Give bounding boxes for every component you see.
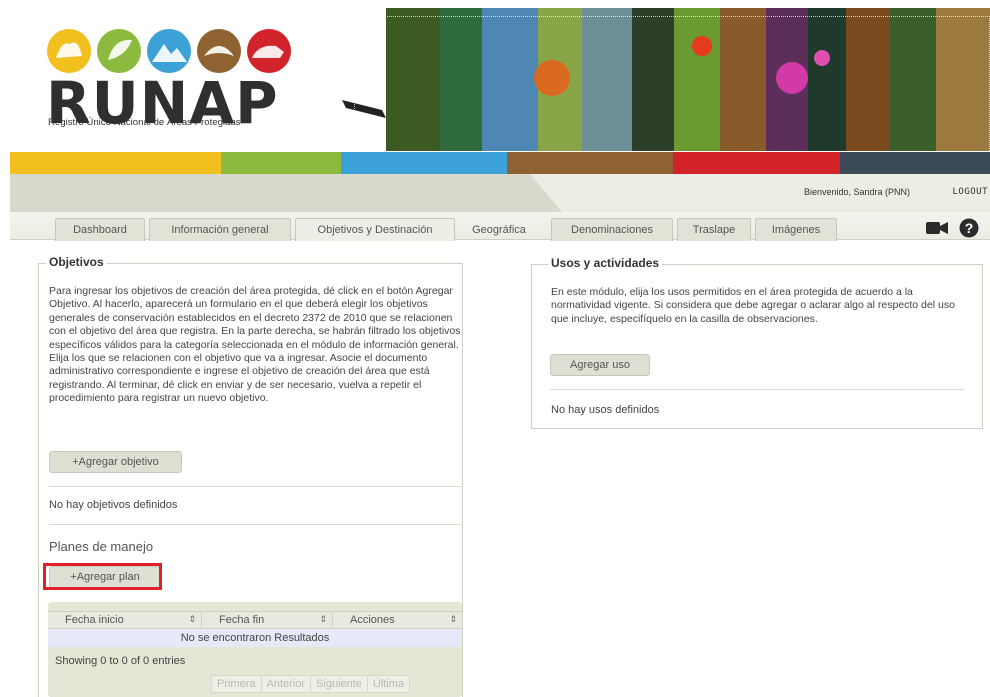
color-strip-dark [840, 152, 990, 174]
usos-title: Usos y actividades [548, 256, 663, 270]
column-label: Acciones [350, 614, 395, 626]
tab-geografica[interactable]: Geográfica [459, 218, 539, 241]
objetivos-empty-text: No hay objetivos definidos [49, 499, 178, 511]
table-empty-row: No se encontraron Resultados [48, 629, 462, 647]
column-acciones[interactable]: Acciones ⇕ [333, 612, 462, 628]
objetivos-title: Objetivos [46, 255, 107, 269]
pager-last-button[interactable]: Última [366, 675, 411, 693]
logout-link[interactable]: LOGOUT [952, 187, 988, 197]
divider [49, 486, 463, 487]
tab-imagenes[interactable]: Imágenes [755, 218, 837, 241]
objetivos-description: Para ingresar los objetivos de creación … [49, 285, 461, 405]
sort-icon: ⇕ [449, 614, 457, 624]
table-header: Fecha inicio ⇕ Fecha fin ⇕ Acciones ⇕ [48, 611, 462, 629]
tab-label: Geográfica [472, 223, 526, 236]
pager-next-button[interactable]: Siguiente [310, 675, 368, 693]
pager-previous-button[interactable]: Anterior [260, 675, 312, 693]
usos-description: En este módulo, elija los usos permitido… [551, 286, 955, 325]
divider [49, 524, 463, 525]
column-label: Fecha fin [219, 614, 265, 626]
tab-label: Dashboard [73, 224, 127, 236]
header-banner-photo-collage [342, 8, 990, 151]
agregar-uso-button[interactable]: Agregar uso [550, 354, 650, 376]
pagination: Primera Anterior Siguiente Última [211, 675, 411, 693]
pager-first-button[interactable]: Primera [211, 675, 262, 693]
column-fecha-fin[interactable]: Fecha fin ⇕ [202, 612, 333, 628]
color-strip-green [221, 152, 341, 174]
tab-bar: Dashboard Información general Objetivos … [10, 212, 990, 241]
color-strip-red [673, 152, 840, 174]
tab-traslape[interactable]: Traslape [677, 218, 751, 241]
video-camera-icon[interactable] [926, 221, 948, 235]
column-fecha-inicio[interactable]: Fecha inicio ⇕ [48, 612, 202, 628]
tab-informacion-general[interactable]: Información general [149, 218, 291, 241]
tab-dashboard[interactable]: Dashboard [55, 218, 145, 241]
tab-objetivos-destinacion[interactable]: Objetivos y Destinación [295, 218, 455, 241]
logo-subtitle: Registro Único Nacional de Áreas Protegi… [48, 117, 241, 128]
tab-label: Traslape [692, 224, 736, 236]
table-info: Showing 0 to 0 of 0 entries [55, 655, 186, 667]
tab-denominaciones[interactable]: Denominaciones [551, 218, 673, 241]
tab-label: Información general [171, 224, 269, 236]
tab-label: Objetivos y Destinación [317, 224, 433, 236]
tab-label: Denominaciones [571, 224, 653, 236]
agregar-plan-highlight-box [43, 563, 162, 590]
column-label: Fecha inicio [65, 614, 124, 626]
logo: RUNAP Registro Único Nacional de Áreas P… [0, 0, 342, 152]
tab-label: Imágenes [771, 224, 821, 236]
color-strip-blue [341, 152, 507, 174]
planes-manejo-title: Planes de manejo [49, 539, 154, 554]
sort-icon: ⇕ [188, 614, 196, 624]
user-bar: Bienvenido, Sandra (PNN) LOGOUT [10, 174, 990, 212]
usos-panel: Usos y actividades En este módulo, elija… [531, 256, 983, 429]
banner-frame [354, 16, 990, 151]
color-strip-yellow [10, 152, 221, 174]
welcome-text: Bienvenido, Sandra (PNN) [803, 187, 910, 197]
divider [550, 389, 964, 390]
sort-icon: ⇕ [319, 614, 327, 624]
color-strip-brown [507, 152, 673, 174]
agregar-objetivo-button[interactable]: +Agregar objetivo [49, 451, 182, 473]
help-icon[interactable]: ? [959, 218, 979, 238]
usos-empty-text: No hay usos definidos [551, 404, 660, 416]
svg-text:?: ? [965, 220, 974, 236]
planes-table: Fecha inicio ⇕ Fecha fin ⇕ Acciones ⇕ No… [48, 602, 462, 697]
color-strip [10, 152, 990, 174]
